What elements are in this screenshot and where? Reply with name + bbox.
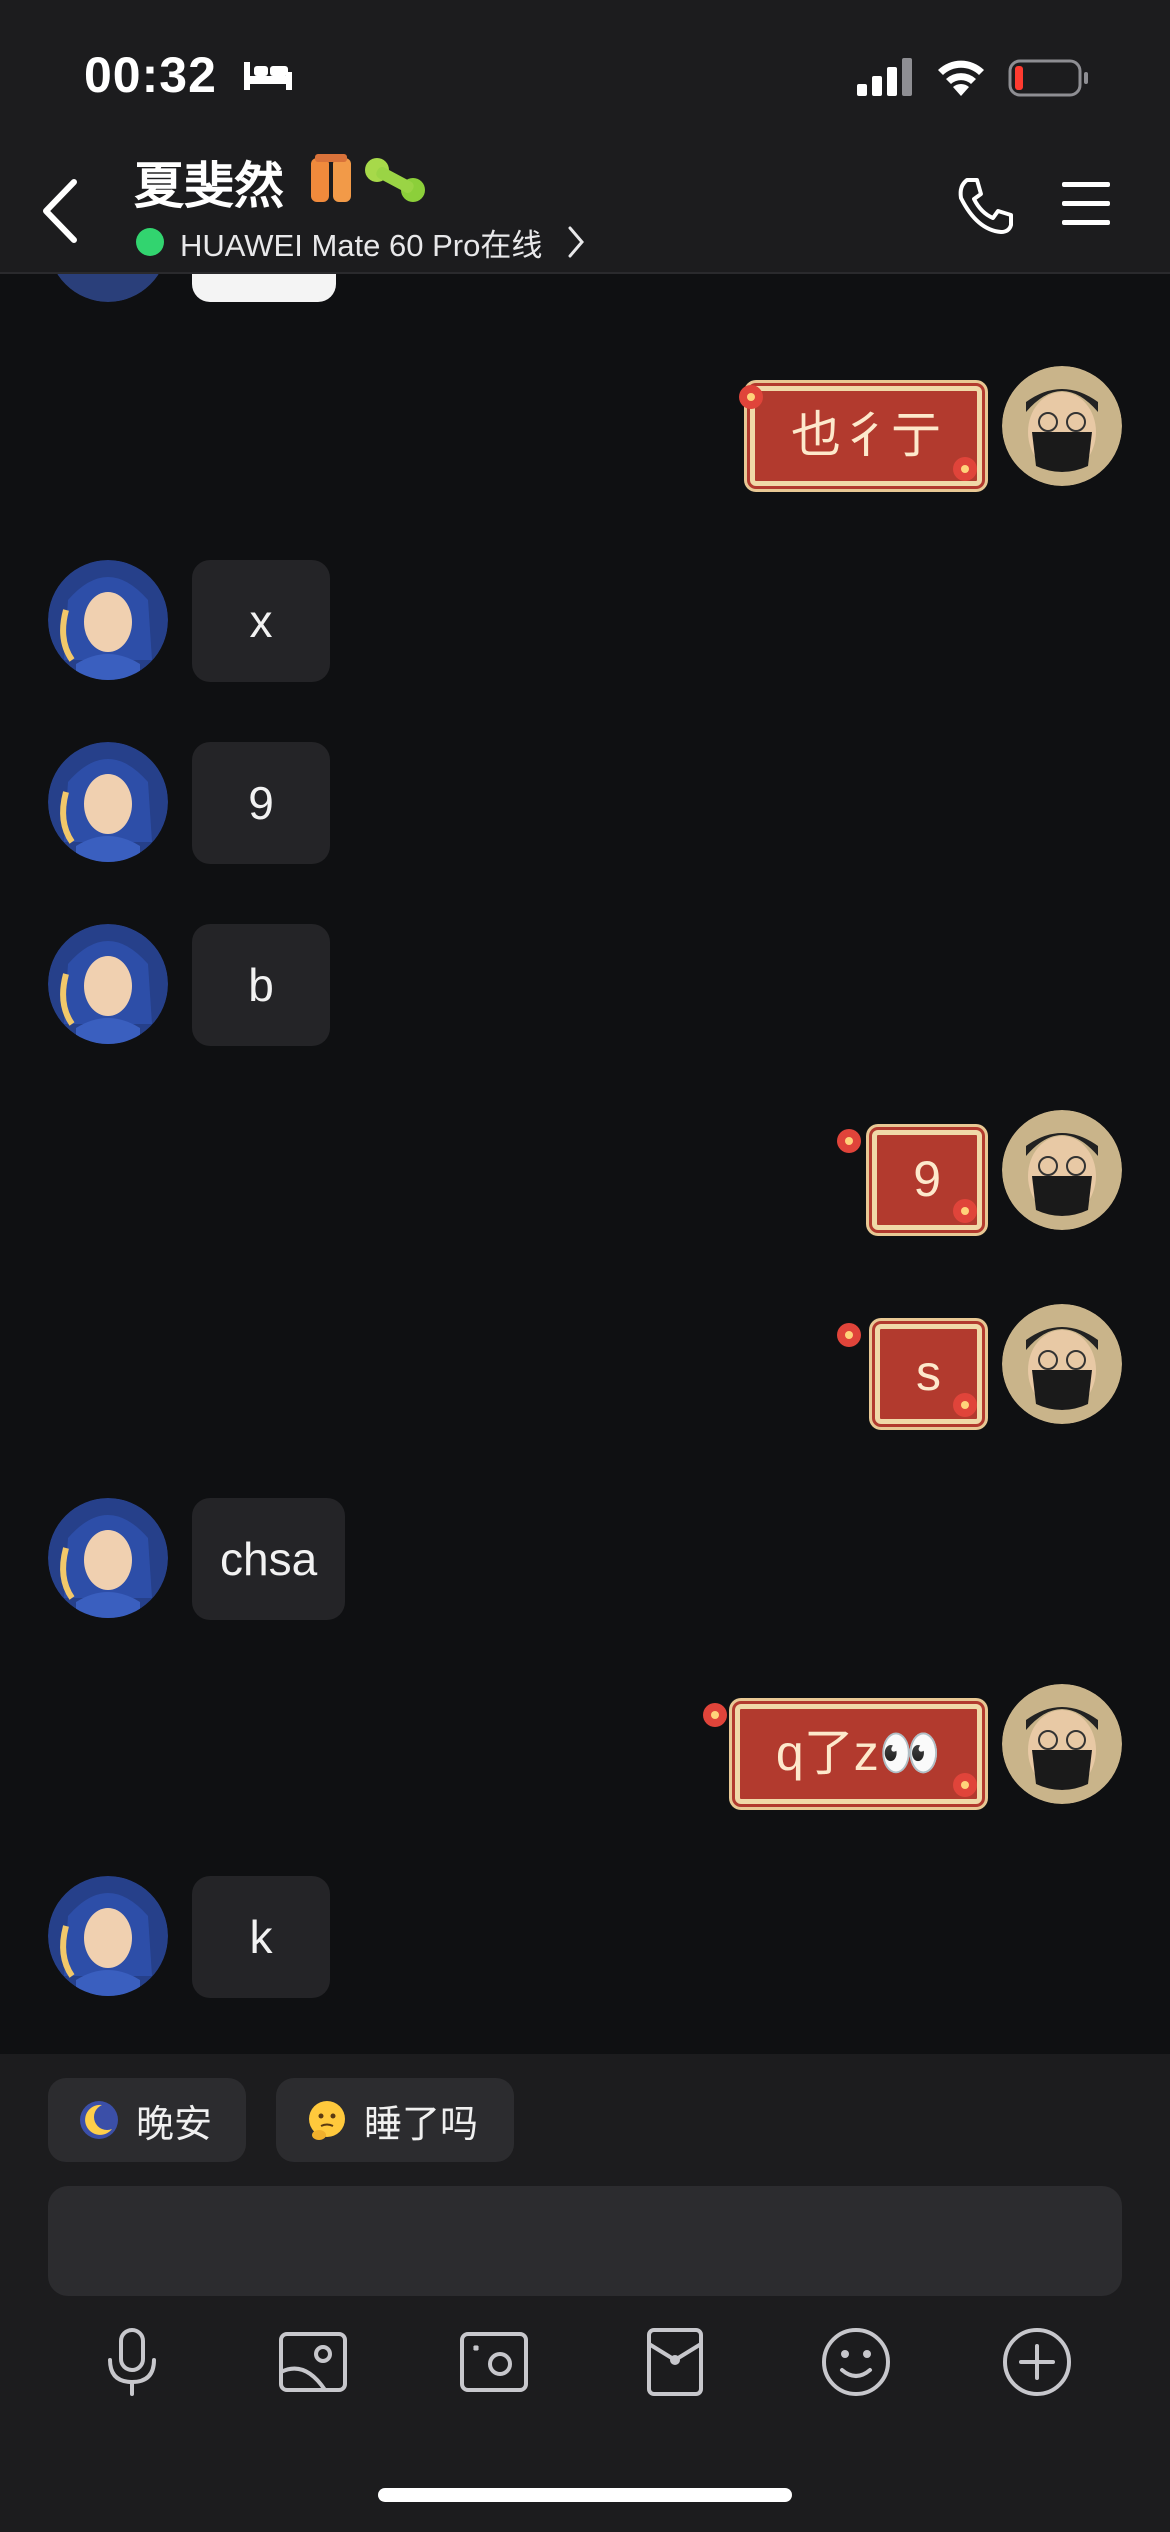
chevron-right-icon[interactable] — [566, 224, 586, 260]
flower-decoration-icon — [953, 1199, 977, 1223]
menu-icon[interactable] — [1060, 180, 1112, 228]
camera-icon[interactable] — [456, 2324, 532, 2400]
thinking-face-icon — [309, 2101, 345, 2140]
quick-reply-chip[interactable]: 睡了吗 — [276, 2078, 514, 2162]
sent-message[interactable]: q了z👀 — [734, 1704, 982, 1804]
cellular-signal-icon — [857, 58, 912, 96]
battery-low-icon — [1008, 59, 1088, 97]
online-indicator — [136, 228, 164, 256]
received-message[interactable]: k — [192, 1876, 330, 1998]
chat-header: 夏斐然 HUAWEI Mate 60 Pro在线 — [0, 140, 1170, 274]
flower-decoration-icon — [953, 1773, 977, 1797]
contact-avatar[interactable] — [48, 1876, 168, 1996]
wifi-icon — [938, 60, 984, 96]
status-badge-icon — [311, 154, 425, 202]
back-arrow-icon[interactable] — [40, 178, 80, 244]
received-message[interactable]: b — [192, 924, 330, 1046]
flower-decoration-icon — [837, 1129, 861, 1153]
device-online-status[interactable]: HUAWEI Mate 60 Pro在线 — [180, 220, 542, 265]
my-avatar[interactable] — [1002, 1304, 1122, 1424]
contact-avatar[interactable] — [48, 742, 168, 862]
sticker-message[interactable] — [192, 274, 336, 302]
contact-name[interactable]: 夏斐然 — [134, 146, 284, 218]
image-icon[interactable] — [275, 2324, 351, 2400]
my-avatar[interactable] — [1002, 1684, 1122, 1804]
plus-icon[interactable] — [999, 2324, 1075, 2400]
status-time: 00:32 — [84, 47, 217, 103]
flower-decoration-icon — [837, 1323, 861, 1347]
contact-avatar[interactable] — [48, 274, 168, 302]
contact-avatar[interactable] — [48, 560, 168, 680]
my-avatar[interactable] — [1002, 1110, 1122, 1230]
my-avatar[interactable] — [1002, 366, 1122, 486]
contact-avatar[interactable] — [48, 1498, 168, 1618]
home-indicator[interactable] — [378, 2488, 792, 2502]
flower-decoration-icon — [953, 457, 977, 481]
phone-call-icon[interactable] — [953, 174, 1017, 238]
red-packet-icon[interactable] — [637, 2324, 713, 2400]
emoji-icon[interactable] — [818, 2324, 894, 2400]
flower-decoration-icon — [953, 1393, 977, 1417]
message-input[interactable] — [48, 2186, 1122, 2296]
composer-area: 晚安 睡了吗 — [0, 2054, 1170, 2532]
contact-avatar[interactable] — [48, 924, 168, 1044]
received-message[interactable]: 9 — [192, 742, 330, 864]
quick-reply-chip[interactable]: 晚安 — [48, 2078, 246, 2162]
moon-face-icon — [80, 2101, 118, 2139]
message-list[interactable]: 也彳亍 x 9 b 9 s chsa q了z👀 k — [0, 274, 1170, 2054]
status-bar: 00:32 — [0, 0, 1170, 140]
received-message[interactable]: x — [192, 560, 330, 682]
received-message[interactable]: chsa — [192, 1498, 346, 1620]
microphone-icon[interactable] — [94, 2324, 170, 2400]
bed-icon — [244, 62, 292, 90]
flower-decoration-icon — [739, 385, 763, 409]
flower-decoration-icon — [703, 1703, 727, 1727]
